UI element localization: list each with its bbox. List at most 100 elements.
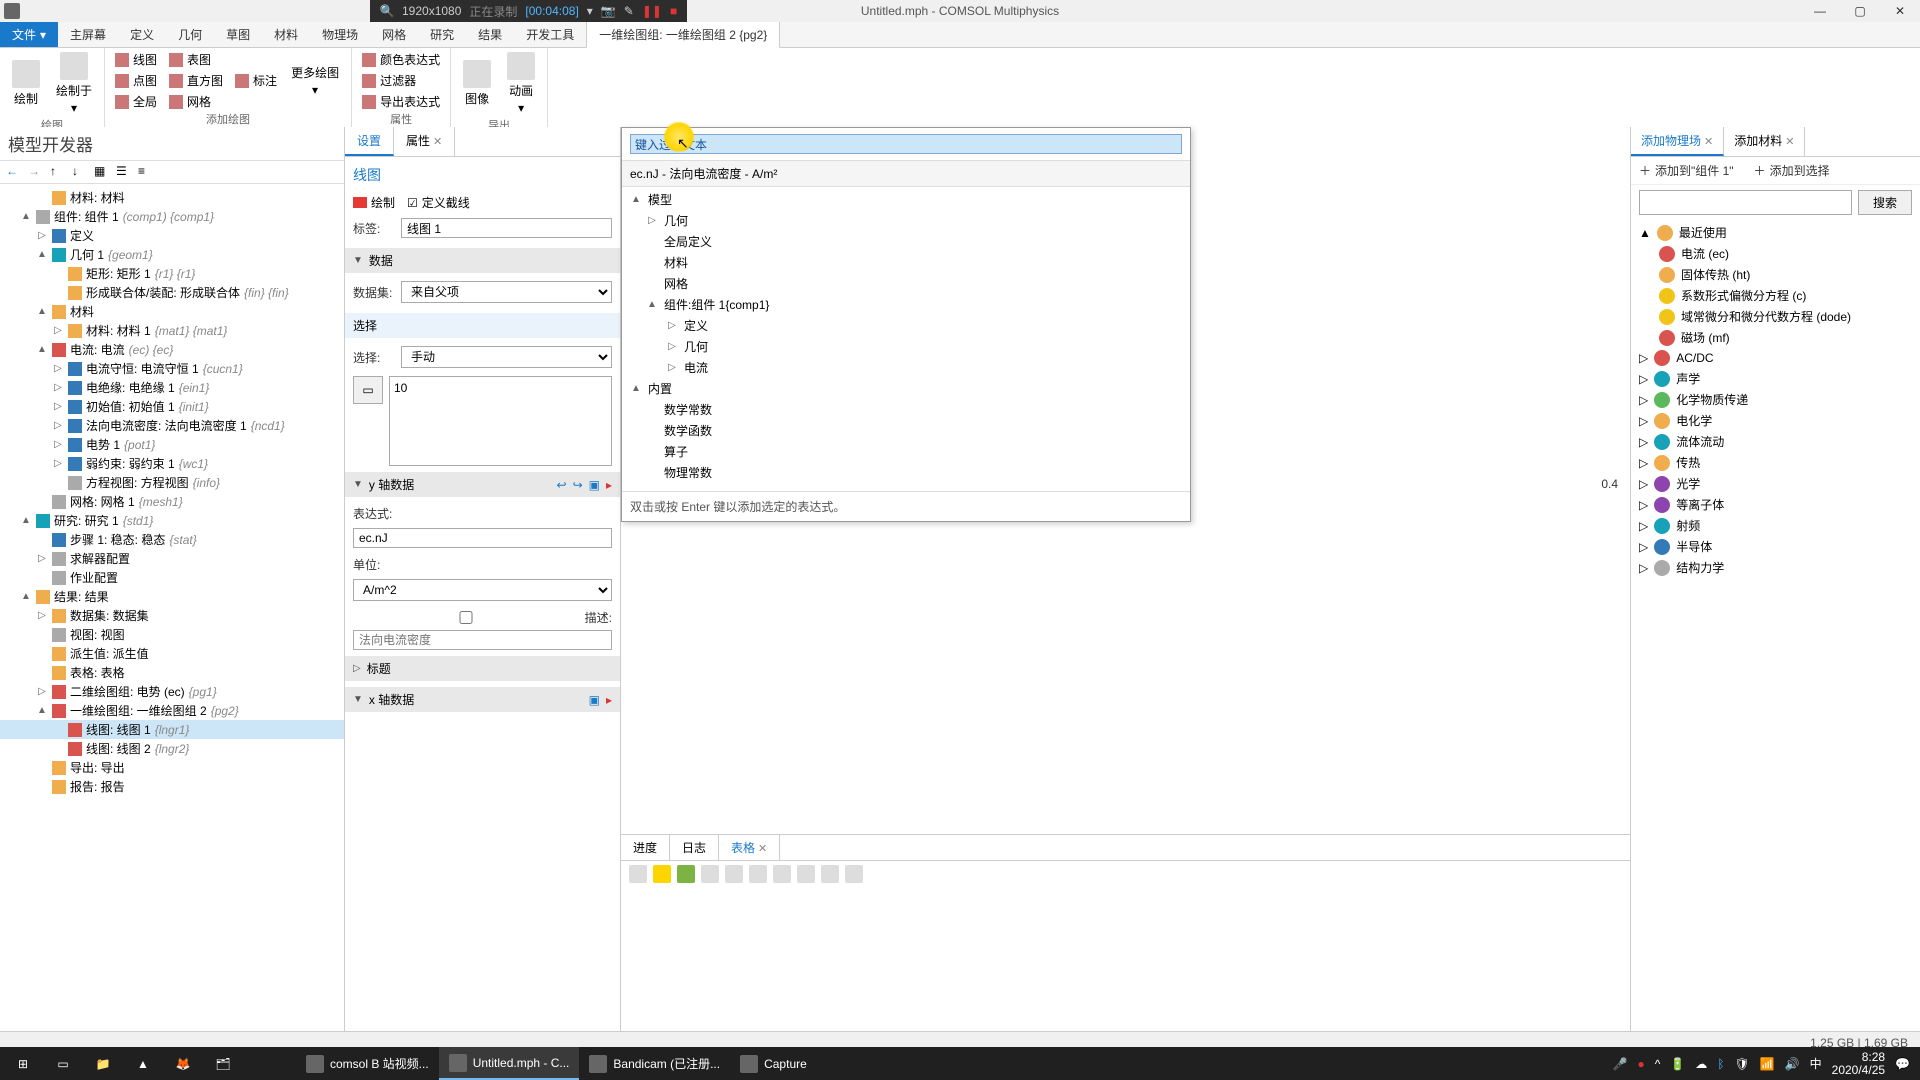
tree-node[interactable]: ▷电绝缘: 电绝缘 1 {ein1} (0, 378, 344, 397)
plot-button[interactable]: 绘制 (6, 58, 46, 109)
ydata-section-header[interactable]: ▼y 轴数据 ↩ ↪ ▣ ▸ (345, 472, 620, 497)
popup-tree-node[interactable]: ▲模型 (626, 189, 1186, 210)
physics-category[interactable]: ▷结构力学 (1635, 557, 1916, 578)
popup-tree-node[interactable]: ▷几何 (626, 336, 1186, 357)
pause-icon[interactable]: ❚❚ (642, 4, 662, 18)
eval-icon[interactable] (677, 865, 695, 883)
physics-category[interactable]: ▷半导体 (1635, 536, 1916, 557)
flag-icon[interactable]: ▸ (606, 693, 612, 707)
model-tree[interactable]: 材料: 材料▲组件: 组件 1 (comp1) {comp1}▷定义▲几何 1 … (0, 184, 344, 1047)
tree-node[interactable]: 形成联合体/装配: 形成联合体 {fin} {fin} (0, 283, 344, 302)
physics-category[interactable]: ▷光学 (1635, 473, 1916, 494)
explorer-button[interactable]: 📁 (84, 1047, 122, 1080)
popup-tree-node[interactable]: 物理常数 (626, 462, 1186, 483)
physics-item[interactable]: 磁场 (mf) (1635, 327, 1916, 348)
collapse-icon[interactable]: ☰ (116, 164, 132, 180)
tree-node[interactable]: ▲结果: 结果 (0, 587, 344, 606)
tree-node[interactable]: ▷电流守恒: 电流守恒 1 {cucn1} (0, 359, 344, 378)
progress-tab[interactable]: 进度 (621, 835, 670, 860)
bluetooth-icon[interactable]: ᛒ (1717, 1057, 1724, 1071)
popup-tree-node[interactable]: ▲内置 (626, 378, 1186, 399)
desc-checkbox[interactable] (353, 611, 579, 624)
clock-time[interactable]: 8:28 (1862, 1051, 1885, 1064)
tree-node[interactable]: ▷弱约束: 弱约束 1 {wc1} (0, 454, 344, 473)
add-material-tab[interactable]: 添加材料✕ (1724, 127, 1805, 156)
show-icon[interactable]: ▦ (94, 164, 110, 180)
data-section-header[interactable]: ▼数据 (345, 248, 620, 273)
global-plot-button[interactable]: 全局 (111, 92, 161, 111)
filter-input[interactable] (630, 134, 1182, 154)
physics-category[interactable]: ▷AC/DC (1635, 348, 1916, 368)
tree-node[interactable]: 视图: 视图 (0, 625, 344, 644)
plot-button[interactable]: 绘制 (353, 194, 395, 211)
antivirus-icon[interactable]: 🛡 (1735, 1057, 1750, 1071)
select-toggle-button[interactable]: ▭ (353, 376, 383, 404)
tree-node[interactable]: 线图: 线图 1 {lngr1} (0, 720, 344, 739)
start-button[interactable]: ⊞ (4, 1047, 42, 1080)
tree-node[interactable]: 方程视图: 方程视图 {info} (0, 473, 344, 492)
annotation-button[interactable]: 标注 (231, 71, 281, 90)
ribbon-tab-developer[interactable]: 开发工具 (514, 22, 586, 47)
filter-button[interactable]: 过滤器 (358, 71, 444, 90)
physics-category[interactable]: ▷传热 (1635, 452, 1916, 473)
close-icon[interactable]: ✕ (1785, 136, 1794, 148)
list-icon[interactable]: ≡ (138, 164, 154, 180)
expression-input[interactable] (353, 528, 612, 548)
log-tab[interactable]: 日志 (670, 835, 719, 860)
tree-node[interactable]: 表格: 表格 (0, 663, 344, 682)
play-icon[interactable] (653, 865, 671, 883)
insert-icon[interactable]: ▣ (589, 693, 600, 707)
ribbon-tab-physics[interactable]: 物理场 (310, 22, 370, 47)
back-icon[interactable]: ↩ (557, 478, 567, 492)
desc-input[interactable] (353, 630, 612, 650)
file-tab[interactable]: 文件▾ (0, 22, 58, 47)
taskbar-app[interactable]: Bandicam (已注册... (579, 1047, 730, 1080)
export-icon[interactable] (821, 865, 839, 883)
pencil-icon[interactable]: ✎ (624, 4, 634, 18)
stop-icon[interactable]: ■ (670, 4, 677, 18)
properties-tab[interactable]: 属性✕ (394, 127, 455, 156)
physics-category[interactable]: ▷电化学 (1635, 410, 1916, 431)
image-button[interactable]: 图像 (457, 58, 497, 109)
add-to-component-button[interactable]: ＋添加到"组件 1" (1639, 162, 1734, 179)
taskbar-app[interactable]: Capture (730, 1047, 870, 1080)
search-button[interactable]: 搜索 (1858, 190, 1912, 215)
volume-icon[interactable]: 🔊 (1785, 1057, 1800, 1071)
tray-up-icon[interactable]: ^ (1655, 1057, 1661, 1071)
popup-tree-node[interactable]: ▷电流 (626, 357, 1186, 378)
grid-icon[interactable] (701, 865, 719, 883)
ribbon-tab-mesh[interactable]: 网格 (370, 22, 418, 47)
table-plot-button[interactable]: 表图 (165, 50, 227, 69)
popup-tree-node[interactable]: 数学常数 (626, 399, 1186, 420)
physics-item[interactable]: 固体传热 (ht) (1635, 264, 1916, 285)
label-input[interactable] (401, 218, 612, 238)
tree-node[interactable]: ▷二维绘图组: 电势 (ec) {pg1} (0, 682, 344, 701)
tree-node[interactable]: 步骤 1: 稳态: 稳态 {stat} (0, 530, 344, 549)
popup-tree-node[interactable]: ▲组件:组件 1{comp1} (626, 294, 1186, 315)
forward-icon[interactable]: ↪ (573, 478, 583, 492)
insert-icon[interactable]: ▣ (589, 478, 600, 492)
onedrive-icon[interactable]: ☁ (1695, 1057, 1707, 1071)
physics-category[interactable]: ▷流体流动 (1635, 431, 1916, 452)
close-icon[interactable]: ✕ (758, 843, 767, 855)
popup-tree-node[interactable]: 全局定义 (626, 231, 1186, 252)
taskbar-app[interactable]: Untitled.mph - C... (439, 1047, 580, 1080)
taskview-button[interactable]: ▭ (44, 1047, 82, 1080)
colorexpr-button[interactable]: 颜色表达式 (358, 50, 444, 69)
xdata-section-header[interactable]: ▼x 轴数据 ▣ ▸ (345, 687, 620, 712)
popup-selected-row[interactable]: ec.nJ - 法向电流密度 - A/m² (622, 160, 1190, 187)
tree-node[interactable]: 导出: 导出 (0, 758, 344, 777)
maximize-button[interactable]: ▢ (1840, 0, 1880, 22)
physics-tree[interactable]: ▲最近使用电流 (ec)固体传热 (ht)系数形式偏微分方程 (c)域常微分和微… (1631, 220, 1920, 1047)
taskbar-app[interactable]: comsol B 站视频... (296, 1047, 439, 1080)
ribbon-tab-geometry[interactable]: 几何 (166, 22, 214, 47)
search-input[interactable] (1639, 190, 1852, 215)
tree-node[interactable]: ▲材料 (0, 302, 344, 321)
tree-node[interactable]: 报告: 报告 (0, 777, 344, 796)
physics-category[interactable]: ▷声学 (1635, 368, 1916, 389)
tree-node[interactable]: 材料: 材料 (0, 188, 344, 207)
wifi-icon[interactable]: 📶 (1760, 1057, 1775, 1071)
popup-tree-node[interactable]: 网格 (626, 273, 1186, 294)
minimize-button[interactable]: — (1800, 0, 1840, 22)
matlab-button[interactable]: ▲ (124, 1047, 162, 1080)
